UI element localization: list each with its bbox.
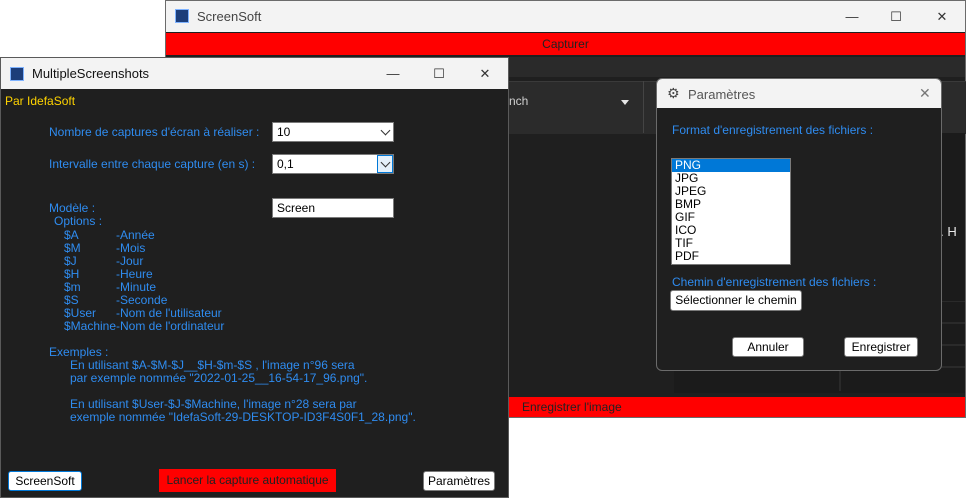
chevron-down-icon[interactable]	[377, 155, 393, 173]
save-button[interactable]: Enregistrer	[844, 337, 918, 357]
screensoft-search-text[interactable]: nch	[509, 94, 528, 108]
list-item[interactable]: PDF	[672, 250, 790, 263]
path-label: Chemin d'enregistrement des fichiers :	[672, 275, 877, 289]
parameters-dialog: ⚙ Paramètres ✕ Format d'enregistrement d…	[656, 78, 942, 371]
interval-label: Intervalle entre chaque capture (en s) :	[49, 157, 256, 171]
option-code: $S	[64, 293, 79, 307]
screensoft-titlebar: ScreenSoft — ☐ ✕	[166, 1, 965, 32]
parameters-title: Paramètres	[688, 87, 756, 102]
interval-value: 0,1	[277, 157, 294, 171]
screensoft-minimize-button[interactable]: —	[829, 1, 875, 32]
byline: Par IdefaSoft	[5, 94, 76, 108]
capture-button[interactable]: Capturer	[166, 33, 965, 55]
format-label: Format d'enregistrement des fichiers :	[672, 123, 874, 137]
option-desc: -Nom de l'utilisateur	[116, 306, 222, 320]
screensoft-close-button[interactable]: ✕	[919, 1, 965, 32]
example1-line1: En utilisant $A-$M-$J__$H-$m-$S , l'imag…	[70, 358, 355, 372]
option-desc: -Jour	[116, 254, 144, 268]
parameters-close-button[interactable]: ✕	[919, 85, 931, 102]
option-code: $A	[64, 228, 79, 242]
option-code: $M	[64, 241, 81, 255]
save-image-button[interactable]: Enregistrer l'image	[506, 397, 965, 417]
multiplescreenshots-minimize-button[interactable]: —	[370, 58, 416, 89]
options-label: Options :	[54, 214, 103, 228]
option-desc: -Heure	[116, 267, 153, 281]
model-input[interactable]: Screen	[272, 198, 394, 218]
option-desc: -Minute	[116, 280, 157, 294]
chevron-down-icon[interactable]	[621, 100, 629, 105]
option-desc: -Mois	[116, 241, 146, 255]
screensoft-button[interactable]: ScreenSoft	[8, 471, 82, 491]
multiplescreenshots-app-icon	[10, 67, 24, 81]
screensoft-app-icon	[175, 9, 189, 23]
option-code: $Machine	[64, 319, 117, 333]
multiplescreenshots-titlebar: MultipleScreenshots — ☐ ✕	[1, 58, 508, 89]
multiplescreenshots-title: MultipleScreenshots	[32, 66, 150, 81]
count-value: 10	[277, 125, 291, 139]
example1-line2: par exemple nommée "2022-01-25__16-54-17…	[70, 371, 368, 385]
model-label: Modèle :	[49, 201, 96, 215]
launch-capture-button[interactable]: Lancer la capture automatique	[159, 469, 336, 492]
examples-label: Exemples :	[49, 345, 109, 359]
option-desc: -Année	[116, 228, 155, 242]
select-path-button[interactable]: Sélectionner le chemin	[670, 290, 802, 311]
gear-icon: ⚙	[667, 85, 680, 101]
example2-line2: exemple nommée "IdefaSoft-29-DESKTOP-ID3…	[70, 410, 416, 424]
format-listbox[interactable]: PNG JPG JPEG BMP GIF ICO TIF PDF	[671, 158, 791, 265]
example2-line1: En utilisant $User-$J-$Machine, l'image …	[70, 397, 357, 411]
option-code: $m	[64, 280, 81, 294]
option-desc: -Seconde	[116, 293, 168, 307]
multiplescreenshots-maximize-button[interactable]: ☐	[416, 58, 462, 89]
option-code: $User	[64, 306, 97, 320]
interval-combobox[interactable]: 0,1	[272, 154, 394, 174]
multiplescreenshots-close-button[interactable]: ✕	[462, 58, 508, 89]
screensoft-maximize-button[interactable]: ☐	[873, 1, 919, 32]
option-code: $J	[64, 254, 77, 268]
cancel-button[interactable]: Annuler	[732, 337, 804, 357]
option-code: $H	[64, 267, 80, 281]
parameters-button[interactable]: Paramètres	[423, 471, 495, 491]
chevron-down-icon[interactable]	[377, 123, 393, 141]
count-label: Nombre de captures d'écran à réaliser :	[49, 125, 260, 139]
count-combobox[interactable]: 10	[272, 122, 394, 142]
multiplescreenshots-window: MultipleScreenshots — ☐ ✕ Par IdefaSoft …	[0, 57, 509, 498]
option-desc: -Nom de l'ordinateur	[116, 319, 225, 333]
screensoft-title: ScreenSoft	[197, 9, 262, 24]
divider	[643, 81, 644, 133]
parameters-titlebar: ⚙ Paramètres ✕	[657, 79, 941, 108]
